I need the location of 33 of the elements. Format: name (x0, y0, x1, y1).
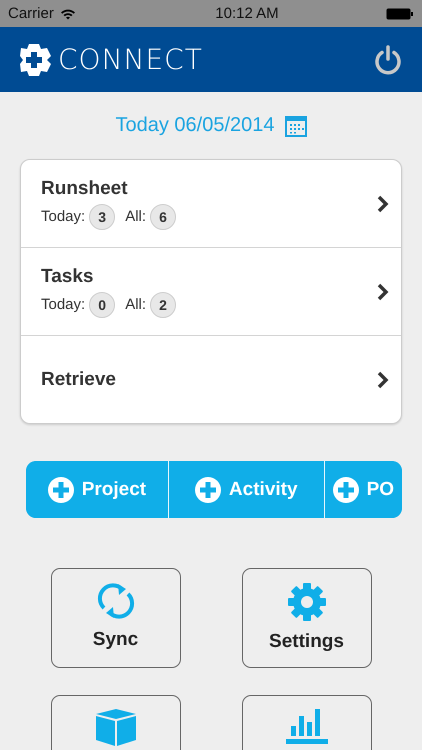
power-icon[interactable] (374, 44, 402, 74)
settings-button[interactable]: Settings (242, 568, 372, 668)
chevron-icon (377, 194, 389, 212)
chevron-icon (377, 282, 389, 300)
status-time: 10:12 AM (215, 5, 279, 22)
bar-chart-icon (284, 708, 328, 744)
menu-item[interactable]: Tasks Today: 0 All: 2 (21, 247, 401, 335)
count-badge: 6 (150, 204, 176, 230)
plus-icon (332, 476, 359, 502)
wifi-icon (60, 8, 76, 20)
count-badge: 0 (89, 292, 116, 318)
menu-item-title: Runsheet (41, 178, 129, 200)
count-label: All: (125, 208, 146, 225)
sync-button[interactable]: Sync (50, 568, 180, 668)
count-label: All: (125, 296, 146, 313)
menu-item-title: Tasks (41, 266, 94, 288)
app-title: CONNECT (58, 43, 203, 76)
count-badge: 2 (150, 292, 176, 318)
count-label: Today: (41, 296, 86, 313)
count-badge: 3 (89, 204, 116, 230)
plus-icon (194, 476, 221, 502)
count-label: Today: (41, 208, 86, 225)
chevron-icon (377, 370, 389, 388)
gear-icon (286, 581, 328, 623)
battery-icon (386, 8, 414, 20)
date-label: Today 06/05/2014 (115, 114, 275, 137)
cube-icon (94, 708, 136, 746)
carrier-name: Carrier (8, 5, 54, 22)
sync-icon (96, 581, 136, 621)
plus-icon (48, 476, 74, 502)
menu-item-title: Retrieve (41, 368, 116, 390)
menu-item[interactable]: Retrieve (21, 335, 401, 423)
menu-item[interactable]: Runsheet Today: 3 All: 6 (21, 160, 401, 247)
